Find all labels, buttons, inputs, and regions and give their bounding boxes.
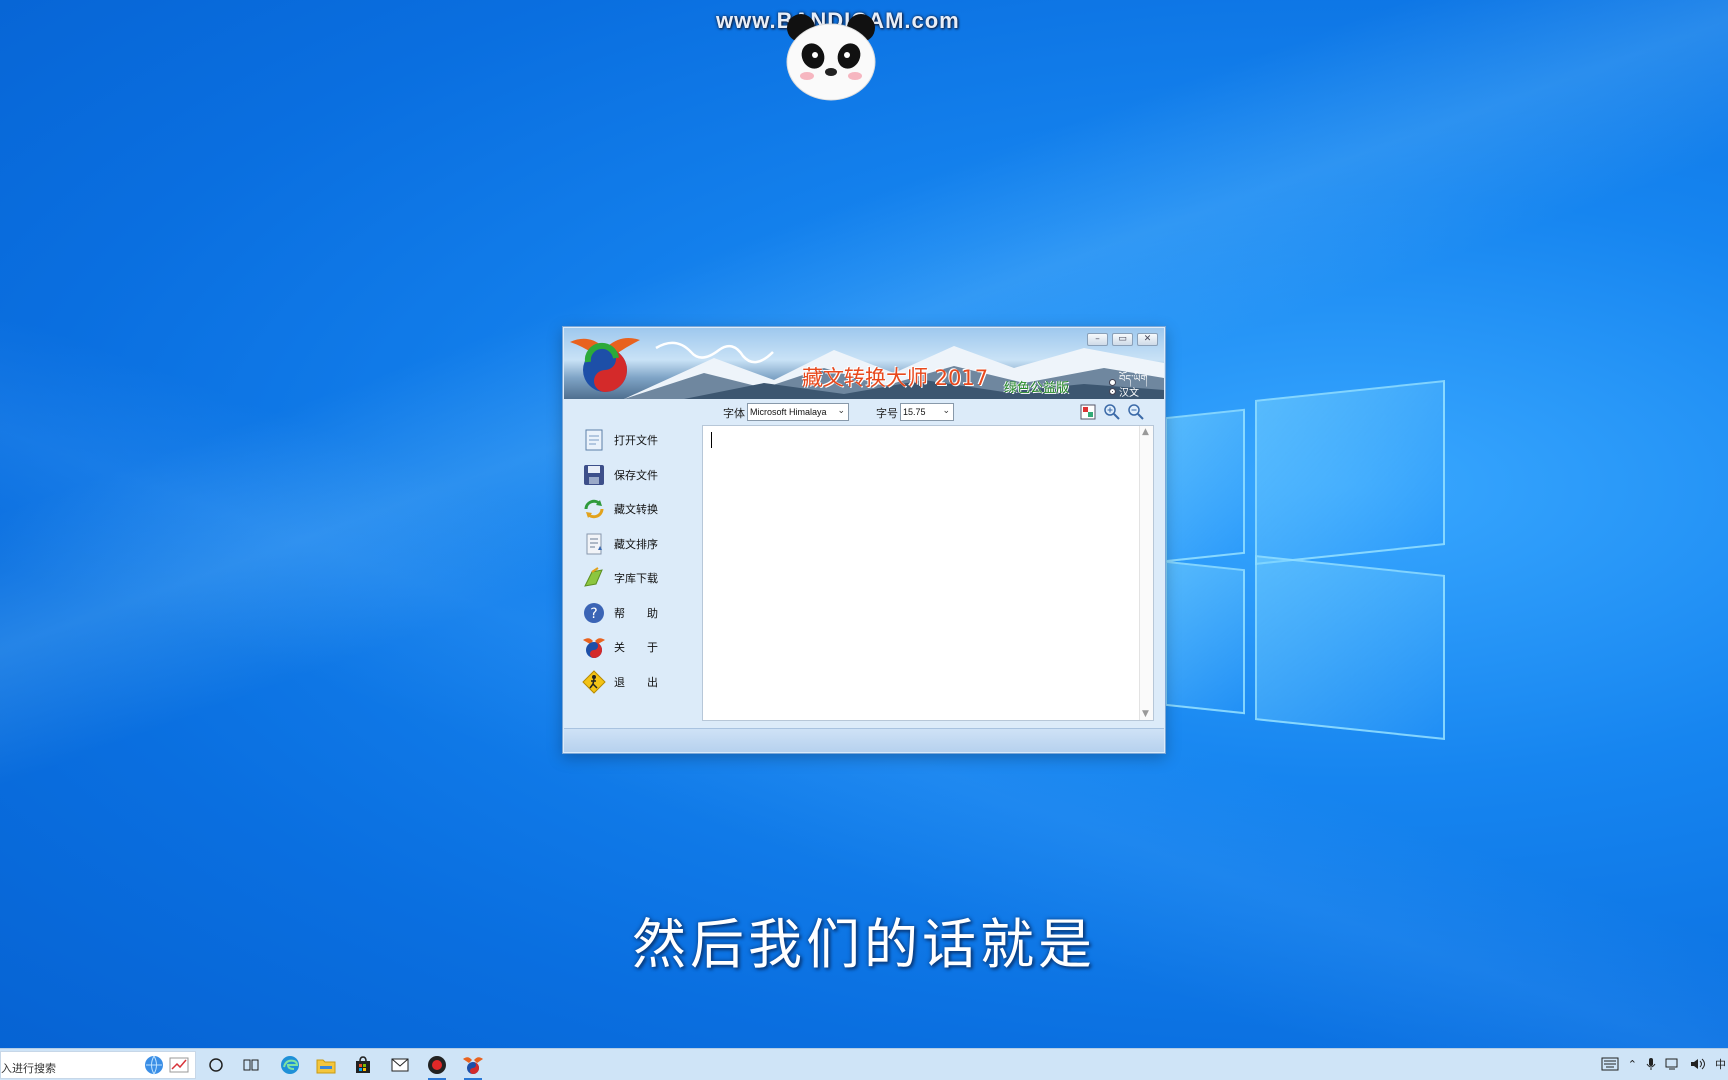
windows-logo-pane xyxy=(1255,380,1445,565)
sidebar-item-label: 字库下载 xyxy=(614,572,658,585)
sidebar-item-convert[interactable]: 藏文转换 xyxy=(582,494,692,524)
svg-text:?: ? xyxy=(590,606,597,622)
chevron-up-icon[interactable]: ⌃ xyxy=(1628,1058,1637,1071)
sidebar-item-about[interactable]: 关 于 xyxy=(582,632,692,662)
sort-icon xyxy=(586,533,602,555)
zoom-in-icon[interactable] xyxy=(1104,404,1120,420)
sidebar-item-label: 关 于 xyxy=(614,641,658,654)
sidebar: 打开文件 保存文件 藏文转换 藏文排序 字库下载 ? 帮 助 关 于 退 出 xyxy=(564,425,694,725)
open-file-icon xyxy=(585,429,603,451)
editor-scrollbar[interactable]: ▲ ▼ xyxy=(1139,426,1153,720)
text-editor[interactable]: ▲ ▼ xyxy=(702,425,1154,721)
panda-mascot-icon xyxy=(786,14,876,101)
sidebar-item-label: 藏文转换 xyxy=(614,503,658,516)
zoom-out-icon[interactable] xyxy=(1128,404,1144,420)
text-caret xyxy=(711,432,712,448)
tibetan-converter-window: 藏文转换大师 2017 绿色公益版 བོད་ཡིག 汉文 – ▭ ✕ 字体 Mi… xyxy=(562,326,1166,754)
convert-icon xyxy=(584,499,604,519)
sidebar-item-exit[interactable]: 退 出 xyxy=(582,667,692,697)
app-edition-label: 绿色公益版 xyxy=(1004,381,1070,396)
size-select[interactable]: 15.75 ⌄ xyxy=(900,403,954,421)
keyboard-icon[interactable] xyxy=(1601,1057,1619,1071)
mail-icon[interactable] xyxy=(389,1054,411,1076)
format-toolbar: 字体 Microsoft Himalaya ⌄ 字号 15.75 ⌄ xyxy=(564,400,1164,424)
close-button[interactable]: ✕ xyxy=(1137,333,1158,346)
status-bar xyxy=(564,728,1164,752)
restore-button[interactable]: ▭ xyxy=(1112,333,1133,346)
taskbar-search-box[interactable]: 入进行搜索 xyxy=(0,1051,196,1079)
sidebar-item-label: 退 出 xyxy=(614,676,658,689)
system-tray: ⌃ 中 xyxy=(1601,1056,1728,1072)
window-controls: – ▭ ✕ xyxy=(1087,333,1158,346)
sidebar-item-label: 保存文件 xyxy=(614,469,658,482)
tibetan-converter-icon[interactable] xyxy=(462,1054,484,1080)
about-icon xyxy=(583,638,605,658)
sidebar-item-font-download[interactable]: 字库下载 xyxy=(582,563,692,593)
chevron-down-icon: ⌄ xyxy=(837,405,845,415)
font-download-icon xyxy=(584,567,603,587)
font-select-value: Microsoft Himalaya xyxy=(750,407,827,417)
font-select[interactable]: Microsoft Himalaya ⌄ xyxy=(747,403,849,421)
taskbar: 入进行搜索 ⌃ 中 xyxy=(0,1048,1728,1080)
windows-logo-pane xyxy=(1165,560,1245,715)
language-option-label: 汉文 xyxy=(1119,388,1139,399)
help-icon: ? xyxy=(584,603,604,623)
language-option-chinese[interactable]: 汉文 xyxy=(1109,384,1139,399)
app-logo-icon xyxy=(570,338,640,392)
scroll-down-icon[interactable]: ▼ xyxy=(1142,709,1149,719)
edge-icon[interactable] xyxy=(279,1054,301,1076)
file-explorer-icon[interactable] xyxy=(315,1054,337,1076)
fit-view-icon[interactable] xyxy=(1080,404,1096,420)
app-banner: 藏文转换大师 2017 绿色公益版 བོད་ཡིག 汉文 – ▭ ✕ xyxy=(564,328,1164,399)
exit-icon xyxy=(582,670,606,694)
sidebar-item-label: 打开文件 xyxy=(614,434,658,447)
windows-logo-pane xyxy=(1165,408,1245,563)
chart-icon[interactable] xyxy=(168,1054,190,1076)
sidebar-item-label: 帮 助 xyxy=(614,607,658,620)
volume-icon[interactable] xyxy=(1690,1057,1706,1071)
task-view-icon[interactable] xyxy=(240,1054,262,1076)
cortana-icon[interactable] xyxy=(205,1054,227,1076)
ime-indicator[interactable]: 中 xyxy=(1715,1056,1726,1072)
network-icon[interactable] xyxy=(1665,1057,1681,1071)
sidebar-item-open-file[interactable]: 打开文件 xyxy=(582,425,692,455)
search-placeholder: 入进行搜索 xyxy=(1,1062,56,1075)
video-subtitle: 然后我们的话就是 xyxy=(632,913,1096,976)
sidebar-item-sort[interactable]: 藏文排序 xyxy=(582,529,692,559)
bandicam-icon[interactable] xyxy=(426,1054,448,1080)
save-file-icon xyxy=(584,465,604,485)
radio-selected-icon xyxy=(1109,388,1116,395)
scroll-up-icon[interactable]: ▲ xyxy=(1142,427,1149,437)
sidebar-item-label: 藏文排序 xyxy=(614,538,658,551)
chevron-down-icon: ⌄ xyxy=(942,405,950,415)
windows-logo-pane xyxy=(1255,555,1445,740)
sidebar-item-help[interactable]: ? 帮 助 xyxy=(582,598,692,628)
size-select-value: 15.75 xyxy=(903,407,926,417)
minimize-button[interactable]: – xyxy=(1087,333,1108,346)
size-label: 字号 xyxy=(876,407,898,420)
microphone-icon[interactable] xyxy=(1646,1057,1656,1071)
store-icon[interactable] xyxy=(352,1054,374,1076)
sidebar-item-save-file[interactable]: 保存文件 xyxy=(582,460,692,490)
browser-globe-icon[interactable] xyxy=(143,1054,165,1076)
app-title: 藏文转换大师 2017 xyxy=(802,366,989,390)
font-label: 字体 xyxy=(723,407,745,420)
